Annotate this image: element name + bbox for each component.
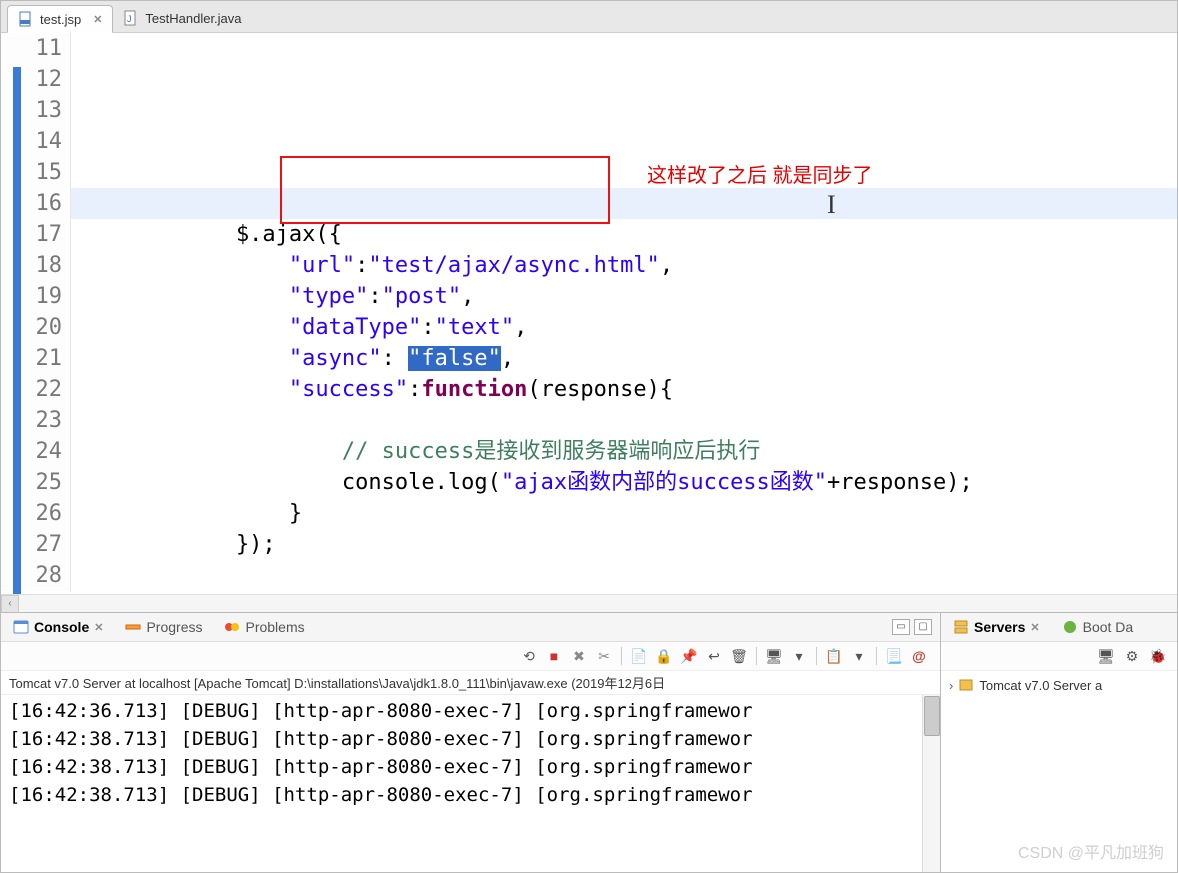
code-content[interactable]: $.ajax({ "url":"test/ajax/async.html", "… (71, 188, 1177, 594)
trash-icon[interactable]: 🗑 (728, 645, 750, 667)
servers-panel-tabs: Servers ✕ Boot Da (941, 613, 1177, 642)
expand-icon[interactable]: › (949, 678, 953, 693)
clear-icon[interactable]: 📄 (628, 645, 650, 667)
horizontal-scrollbar[interactable]: ‹ (1, 594, 1177, 612)
wrap-icon[interactable]: ↩ (703, 645, 725, 667)
refresh-icon[interactable]: ⟲ (518, 645, 540, 667)
boot-dashboard-tab[interactable]: Boot Da (1058, 617, 1138, 637)
console-tab[interactable]: Console ✕ (9, 617, 107, 637)
open-console-icon[interactable]: 🖥 (763, 645, 785, 667)
watermark: CSDN @平凡加班狗 (1018, 839, 1164, 863)
stop-icon[interactable]: ■ (543, 645, 565, 667)
page-icon[interactable]: 📃 (883, 645, 905, 667)
console-toolbar: ⟲ ■ ✖ ✂ 📄 🔒 📌 ↩ 🗑 🖥 ▾ 📋 ▾ 📃 @ (1, 642, 940, 671)
console-description: Tomcat v7.0 Server at localhost [Apache … (1, 671, 940, 695)
gutter-change-bar (13, 67, 21, 594)
at-icon[interactable]: @ (908, 645, 930, 667)
minimize-button[interactable]: ▭ (892, 619, 910, 635)
editor-tab-test-jsp[interactable]: test.jsp ✕ (7, 5, 113, 33)
tab-label: TestHandler.java (145, 11, 241, 26)
close-icon[interactable]: ✕ (93, 13, 102, 26)
console-icon (13, 619, 29, 635)
new-server-icon[interactable]: 🖥 (1095, 645, 1117, 667)
scroll-thumb[interactable] (924, 696, 940, 736)
servers-icon (953, 619, 969, 635)
scroll-lock-icon[interactable]: 🔒 (653, 645, 675, 667)
annotation-box (280, 156, 610, 224)
display-icon[interactable]: ▾ (788, 645, 810, 667)
new-console-icon[interactable]: 📋 (823, 645, 845, 667)
remove-launch-icon[interactable]: ✂ (593, 645, 615, 667)
close-icon[interactable]: ✕ (94, 621, 103, 634)
svg-text:J: J (127, 14, 132, 24)
servers-tab[interactable]: Servers ✕ (949, 617, 1044, 637)
console-output[interactable]: [16:42:36.713] [DEBUG] [http-apr-8080-ex… (1, 695, 940, 872)
annotation-text: 这样改了之后 就是同步了 (647, 161, 873, 192)
problems-icon (224, 619, 240, 635)
jsp-file-icon (18, 11, 34, 27)
editor-tab-bar: test.jsp ✕ J TestHandler.java (1, 1, 1177, 33)
close-icon[interactable]: ✕ (1030, 621, 1039, 634)
problems-tab[interactable]: Problems (220, 617, 308, 637)
scroll-left-button[interactable]: ‹ (1, 595, 19, 613)
vertical-scrollbar[interactable] (922, 695, 940, 872)
dropdown-icon[interactable]: ▾ (848, 645, 870, 667)
text-cursor-icon: I (827, 189, 836, 220)
bottom-panel-tabs: Console ✕ Progress Problems ▭ ▢ (1, 613, 940, 642)
server-label: Tomcat v7.0 Server a (979, 678, 1102, 693)
servers-toolbar: 🖥 ⚙ 🐞 (941, 642, 1177, 671)
tab-label: test.jsp (40, 12, 81, 27)
code-body[interactable]: 这样改了之后 就是同步了 I $.ajax({ "url":"test/ajax… (71, 33, 1177, 594)
progress-icon (125, 619, 141, 635)
tomcat-server-icon (958, 677, 974, 693)
remove-all-icon[interactable]: ✖ (568, 645, 590, 667)
selected-text: "false" (408, 346, 501, 371)
java-file-icon: J (123, 10, 139, 26)
publish-icon[interactable]: ⚙ (1121, 645, 1143, 667)
server-tree-item[interactable]: › Tomcat v7.0 Server a (949, 677, 1169, 693)
editor-tab-java[interactable]: J TestHandler.java (113, 4, 251, 32)
debug-icon[interactable]: 🐞 (1147, 645, 1169, 667)
boot-icon (1062, 619, 1078, 635)
maximize-button[interactable]: ▢ (914, 619, 932, 635)
progress-tab[interactable]: Progress (121, 617, 206, 637)
editor-area[interactable]: 11 12 13 14 15 16 17 18 19 20 21 22 23 2… (1, 33, 1177, 594)
line-number-gutter: 11 12 13 14 15 16 17 18 19 20 21 22 23 2… (1, 33, 71, 591)
pin-icon[interactable]: 📌 (678, 645, 700, 667)
